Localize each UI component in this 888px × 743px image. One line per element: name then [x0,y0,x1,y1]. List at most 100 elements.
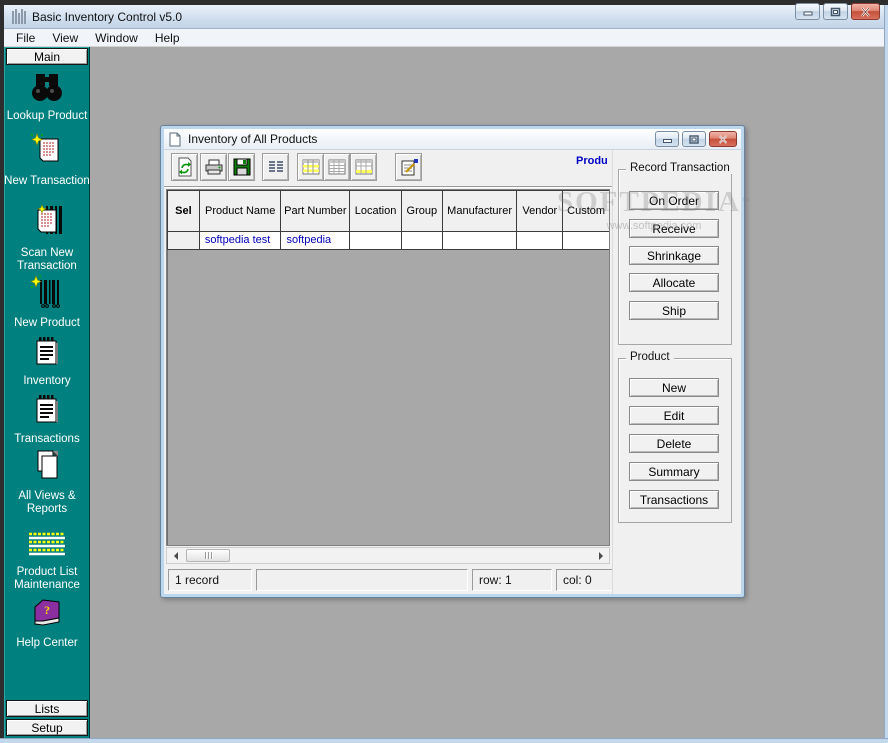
column-header-group[interactable]: Group [402,190,443,232]
child-maximize-button[interactable] [682,131,706,147]
close-button[interactable] [851,3,880,20]
grid-highlight-view-button[interactable] [297,153,324,181]
status-message [256,569,468,591]
minimize-icon [663,135,672,143]
cell-sel[interactable] [167,232,200,250]
sidebar-item-new-transaction[interactable]: New Transaction [4,133,90,188]
cell-part-number[interactable]: softpedia [281,232,350,250]
column-header-product-name[interactable]: Product Name [200,190,282,232]
sidebar-item-label: Scan New Transaction [4,247,90,273]
application-window: Basic Inventory Control v5.0 File View W… [0,0,888,743]
on-order-button[interactable]: On Order [629,191,719,210]
document-icon [168,132,182,147]
app-title: Basic Inventory Control v5.0 [32,10,182,24]
products-label: Produ [576,155,614,167]
table-row[interactable]: softpedia test softpedia [167,232,609,250]
inventory-window-titlebar[interactable]: Inventory of All Products [164,129,741,150]
ship-button[interactable]: Ship [629,301,719,320]
column-header-location[interactable]: Location [350,190,402,232]
sidebar-item-all-views-reports[interactable]: All Views & Reports [4,448,90,516]
sidebar-item-lookup-product[interactable]: Lookup Product [4,72,90,123]
binoculars-icon [29,72,65,102]
receipt-scan-icon [30,203,64,239]
scroll-right-button[interactable] [592,548,609,563]
left-arrow-icon [174,552,178,560]
grid-icon [328,159,346,175]
maximize-icon [689,135,699,144]
sidebar-item-label: All Views & Reports [4,490,90,516]
allocate-button[interactable]: Allocate [629,273,719,292]
inventory-window: Inventory of All Products [160,125,745,598]
column-header-manufacturer[interactable]: Manufacturer [443,190,518,232]
close-icon [860,7,871,17]
inventory-window-title: Inventory of All Products [188,132,317,146]
sidebar-item-product-list-maintenance[interactable]: Product List Maintenance [4,530,90,592]
product-delete-button[interactable]: Delete [629,434,719,453]
notepad-icon [32,335,62,367]
sidebar-lists-button[interactable]: Lists [6,700,88,717]
refresh-button[interactable] [171,153,198,181]
product-transactions-button[interactable]: Transactions [629,490,719,509]
shrinkage-button[interactable]: Shrinkage [629,246,719,265]
notepad-icon [32,393,62,425]
cell-group[interactable] [402,232,443,250]
help-book-icon: ? [29,597,65,629]
menu-help[interactable]: Help [155,31,180,45]
column-header-sel[interactable]: Sel [167,190,200,232]
save-icon [233,158,251,176]
column-header-part-number[interactable]: Part Number [281,190,350,232]
products-grid: Sel Product Name Part Number Location Gr… [166,189,610,546]
svg-text:?: ? [44,603,50,617]
grid-highlight-icon [302,159,320,175]
sidebar-item-scan-new-transaction[interactable]: Scan New Transaction [4,203,90,273]
window-frame-bottom [0,738,888,743]
minimize-button[interactable] [795,3,820,20]
menu-file[interactable]: File [16,31,35,45]
scroll-left-button[interactable] [167,548,184,563]
barcode-app-icon [12,9,26,24]
product-summary-button[interactable]: Summary [629,462,719,481]
menu-window[interactable]: Window [95,31,138,45]
cell-vendor[interactable] [517,232,563,250]
receipt-new-icon [30,133,64,167]
inventory-client-area: Produ Sel Product Name Part Number Locat… [164,150,741,594]
horizontal-scrollbar[interactable] [166,547,610,564]
sidebar-item-label: Product List Maintenance [4,566,90,592]
receive-button[interactable]: Receive [629,219,719,238]
column-header-custom[interactable]: Custom [563,190,609,232]
child-minimize-button[interactable] [655,131,679,147]
column-header-vendor[interactable]: Vendor [517,190,563,232]
child-close-button[interactable] [709,131,737,147]
grid-alt-icon [355,159,373,175]
cell-location[interactable] [350,232,402,250]
sidebar-item-transactions[interactable]: Transactions [4,393,90,446]
sidebar-item-new-product[interactable]: New Product [4,275,90,330]
cell-product-name[interactable]: softpedia test [200,232,282,250]
scrollbar-thumb[interactable] [186,549,230,562]
cell-custom[interactable] [563,232,609,250]
product-edit-button[interactable]: Edit [629,406,719,425]
save-button[interactable] [228,153,255,181]
app-titlebar[interactable]: Basic Inventory Control v5.0 [4,5,884,29]
sidebar-item-inventory[interactable]: Inventory [4,335,90,388]
grid-alt-view-button[interactable] [350,153,377,181]
sidebar-setup-button[interactable]: Setup [6,719,88,736]
status-col: col: 0 [556,569,614,591]
product-new-button[interactable]: New [629,378,719,397]
status-row: row: 1 [472,569,552,591]
list-view-button[interactable] [262,153,289,181]
properties-button[interactable] [395,153,422,181]
sidebar-item-help-center[interactable]: ? Help Center [4,597,90,650]
menu-view[interactable]: View [52,31,78,45]
window-frame-right [884,5,888,738]
refresh-icon [176,157,194,177]
maximize-icon [830,7,841,17]
maximize-button[interactable] [823,3,848,20]
striped-list-icon [25,530,69,558]
cell-manufacturer[interactable] [443,232,518,250]
sidebar: Main Lookup Product New Transaction [4,47,90,738]
sidebar-item-label: Transactions [4,433,90,446]
grid-view-button[interactable] [323,153,350,181]
print-button[interactable] [200,153,227,181]
sidebar-main-button[interactable]: Main [6,48,88,65]
